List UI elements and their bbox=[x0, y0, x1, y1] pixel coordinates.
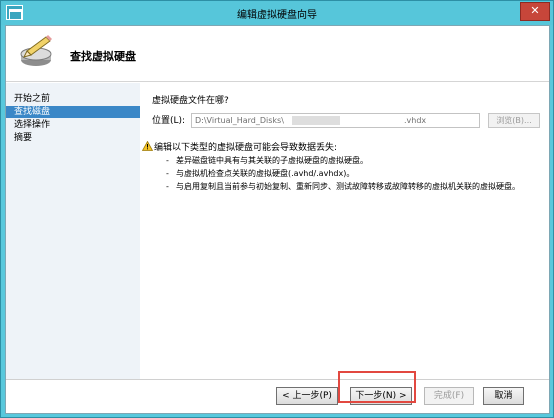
window-title: 编辑虚拟硬盘向导 bbox=[237, 10, 317, 21]
nav-item-before-you-begin[interactable]: 开始之前 bbox=[6, 93, 140, 105]
finish-button[interactable]: 完成(F) bbox=[424, 387, 474, 405]
warning-intro: 编辑以下类型的虚拟硬盘可能会导致数据丢失: bbox=[154, 143, 338, 153]
warning-item: 与虚拟机检查点关联的虚拟硬盘(.avhd/.avhdx)。 bbox=[166, 168, 546, 179]
browse-button[interactable]: 浏览(B)... bbox=[488, 113, 540, 128]
masked-filename bbox=[292, 116, 340, 125]
warning-item: 与启用复制且当前参与初始复制、重新同步、测试故障转移或故障转移的虚拟机关联的虚拟… bbox=[166, 181, 546, 192]
nav-item-summary[interactable]: 摘要 bbox=[6, 132, 140, 144]
warning-item: 差异磁盘链中具有与其关联的子虚拟硬盘的虚拟硬盘。 bbox=[166, 155, 546, 166]
wizard-client: 查找虚拟硬盘 开始之前 查找磁盘 选择操作 摘要 虚拟硬盘文件在哪? 位置(L)… bbox=[5, 25, 550, 414]
previous-button[interactable]: < 上一步(P) bbox=[276, 387, 338, 405]
next-button-highlight bbox=[338, 371, 416, 403]
wizard-content: 虚拟硬盘文件在哪? 位置(L): D:\Virtual_Hard_Disks\ … bbox=[140, 83, 549, 379]
location-question: 虚拟硬盘文件在哪? bbox=[152, 96, 229, 106]
nav-item-choose-action[interactable]: 选择操作 bbox=[6, 119, 140, 131]
wizard-window: 编辑虚拟硬盘向导 ✕ 查找虚拟硬盘 开始之前 查找磁盘 选择操作 摘要 虚拟硬盘… bbox=[0, 0, 554, 418]
location-label: 位置(L): bbox=[152, 116, 186, 126]
warning-icon bbox=[142, 141, 153, 151]
wizard-footer: < 上一步(P) 下一步(N) > 完成(F) 取消 bbox=[6, 379, 549, 413]
wizard-nav: 开始之前 查找磁盘 选择操作 摘要 bbox=[6, 83, 140, 379]
pencil-disk-icon bbox=[20, 35, 52, 66]
location-suffix: .vhdx bbox=[404, 116, 427, 125]
wizard-header: 查找虚拟硬盘 bbox=[6, 26, 549, 82]
close-button[interactable]: ✕ bbox=[520, 2, 550, 21]
location-value: D:\Virtual_Hard_Disks\ bbox=[195, 116, 284, 125]
cancel-button[interactable]: 取消 bbox=[483, 387, 524, 405]
title-bar[interactable]: 编辑虚拟硬盘向导 ✕ bbox=[1, 1, 553, 25]
nav-item-locate-disk[interactable]: 查找磁盘 bbox=[6, 106, 140, 118]
warning-list: 差异磁盘链中具有与其关联的子虚拟硬盘的虚拟硬盘。 与虚拟机检查点关联的虚拟硬盘(… bbox=[166, 155, 546, 194]
page-title: 查找虚拟硬盘 bbox=[70, 50, 136, 63]
